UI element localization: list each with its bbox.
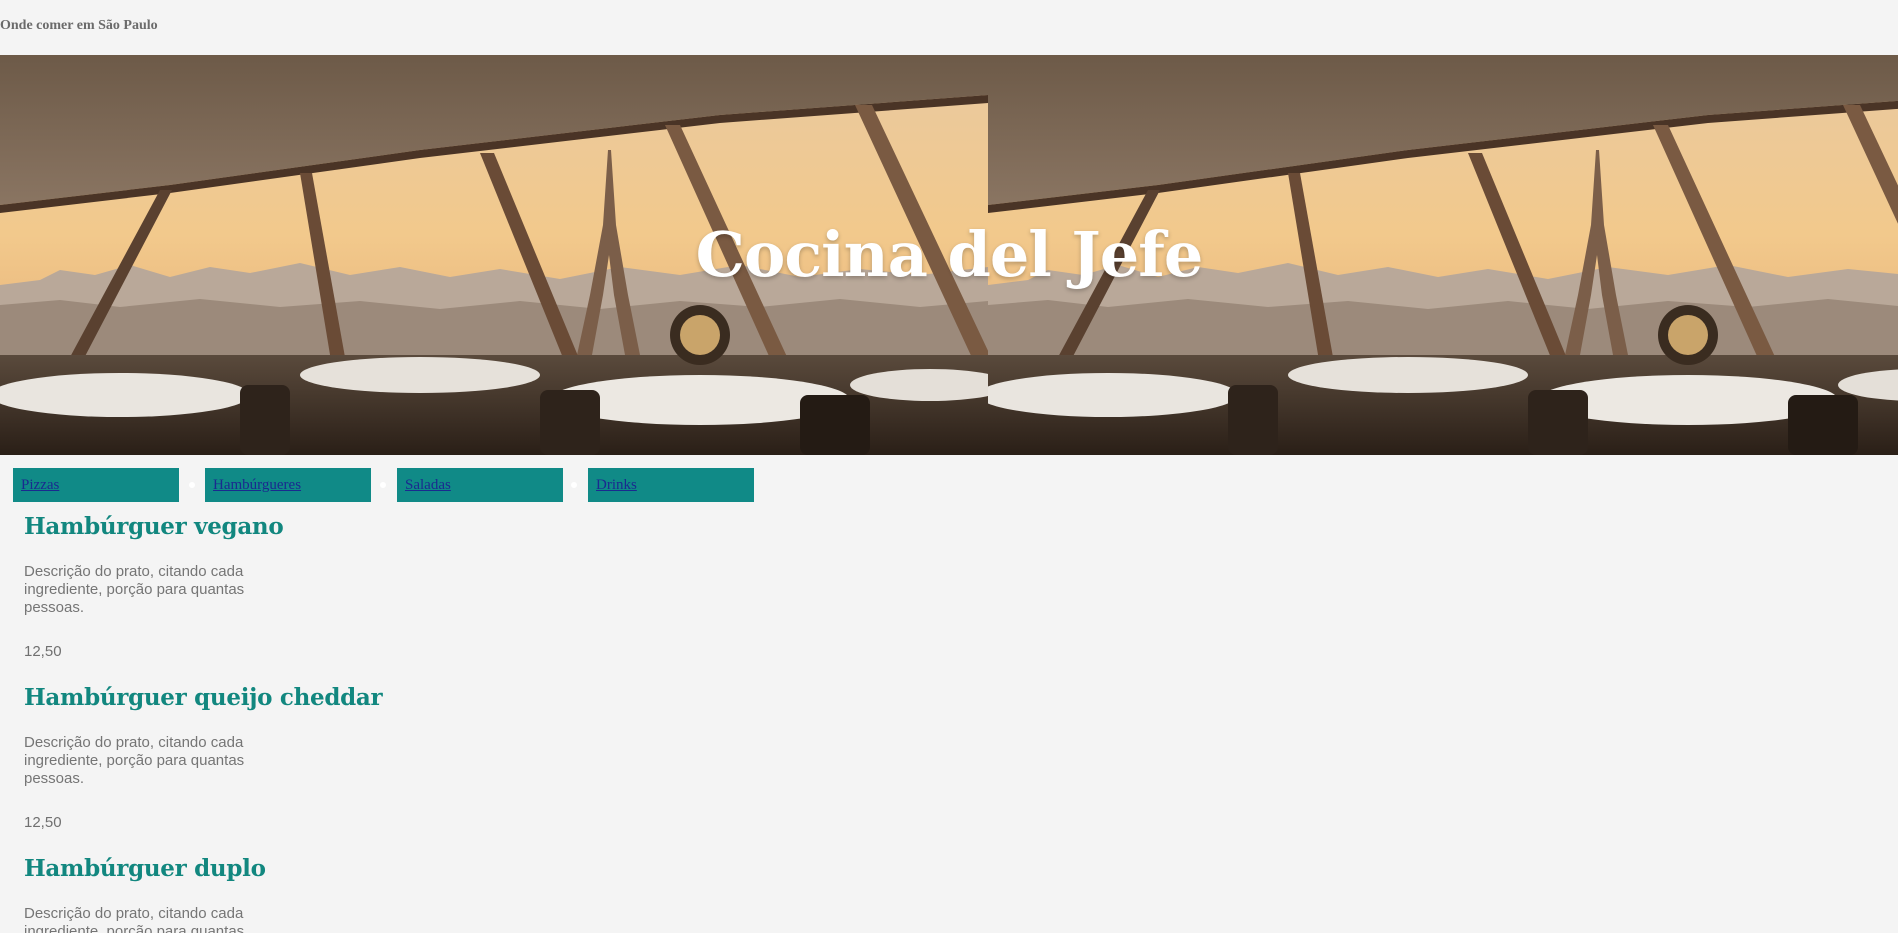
hero-banner: Cocina del Jefe xyxy=(0,55,1898,455)
dish-name: Hambúrguer vegano xyxy=(24,513,284,540)
dish-item: Hambúrguer vegano Descrição do prato, ci… xyxy=(24,513,624,660)
nav-item-hamburgueres[interactable]: Hambúrgueres xyxy=(205,468,371,502)
nav-link-drinks[interactable]: Drinks xyxy=(596,477,637,493)
dish-description: Descrição do prato, citando cada ingredi… xyxy=(24,734,245,787)
dish-price: 12,50 xyxy=(24,643,62,660)
nav-bullet xyxy=(380,482,386,488)
nav-link-hamburgueres[interactable]: Hambúrgueres xyxy=(213,477,301,493)
dish-name: Hambúrguer queijo cheddar xyxy=(24,684,383,711)
hero-title: Cocina del Jefe xyxy=(695,218,1204,291)
nav-link-saladas[interactable]: Saladas xyxy=(405,477,451,493)
dish-price: 12,50 xyxy=(24,814,62,831)
dish-item: Hambúrguer duplo Descrição do prato, cit… xyxy=(24,855,624,933)
nav-item-saladas[interactable]: Saladas xyxy=(397,468,563,502)
nav-link-pizzas[interactable]: Pizzas xyxy=(21,477,59,493)
nav-bullet xyxy=(571,482,577,488)
dish-name: Hambúrguer duplo xyxy=(24,855,266,882)
top-bar: Onde comer em São Paulo xyxy=(0,0,1898,55)
dish-description: Descrição do prato, citando cada ingredi… xyxy=(24,563,245,616)
dish-item: Hambúrguer queijo cheddar Descrição do p… xyxy=(24,684,624,831)
dish-description: Descrição do prato, citando cada ingredi… xyxy=(24,905,245,933)
nav-item-drinks[interactable]: Drinks xyxy=(588,468,754,502)
category-nav: Pizzas Hambúrgueres Saladas Drinks xyxy=(13,468,763,502)
nav-bullet xyxy=(189,482,195,488)
nav-item-pizzas[interactable]: Pizzas xyxy=(13,468,179,502)
site-title: Onde comer em São Paulo xyxy=(0,18,158,33)
